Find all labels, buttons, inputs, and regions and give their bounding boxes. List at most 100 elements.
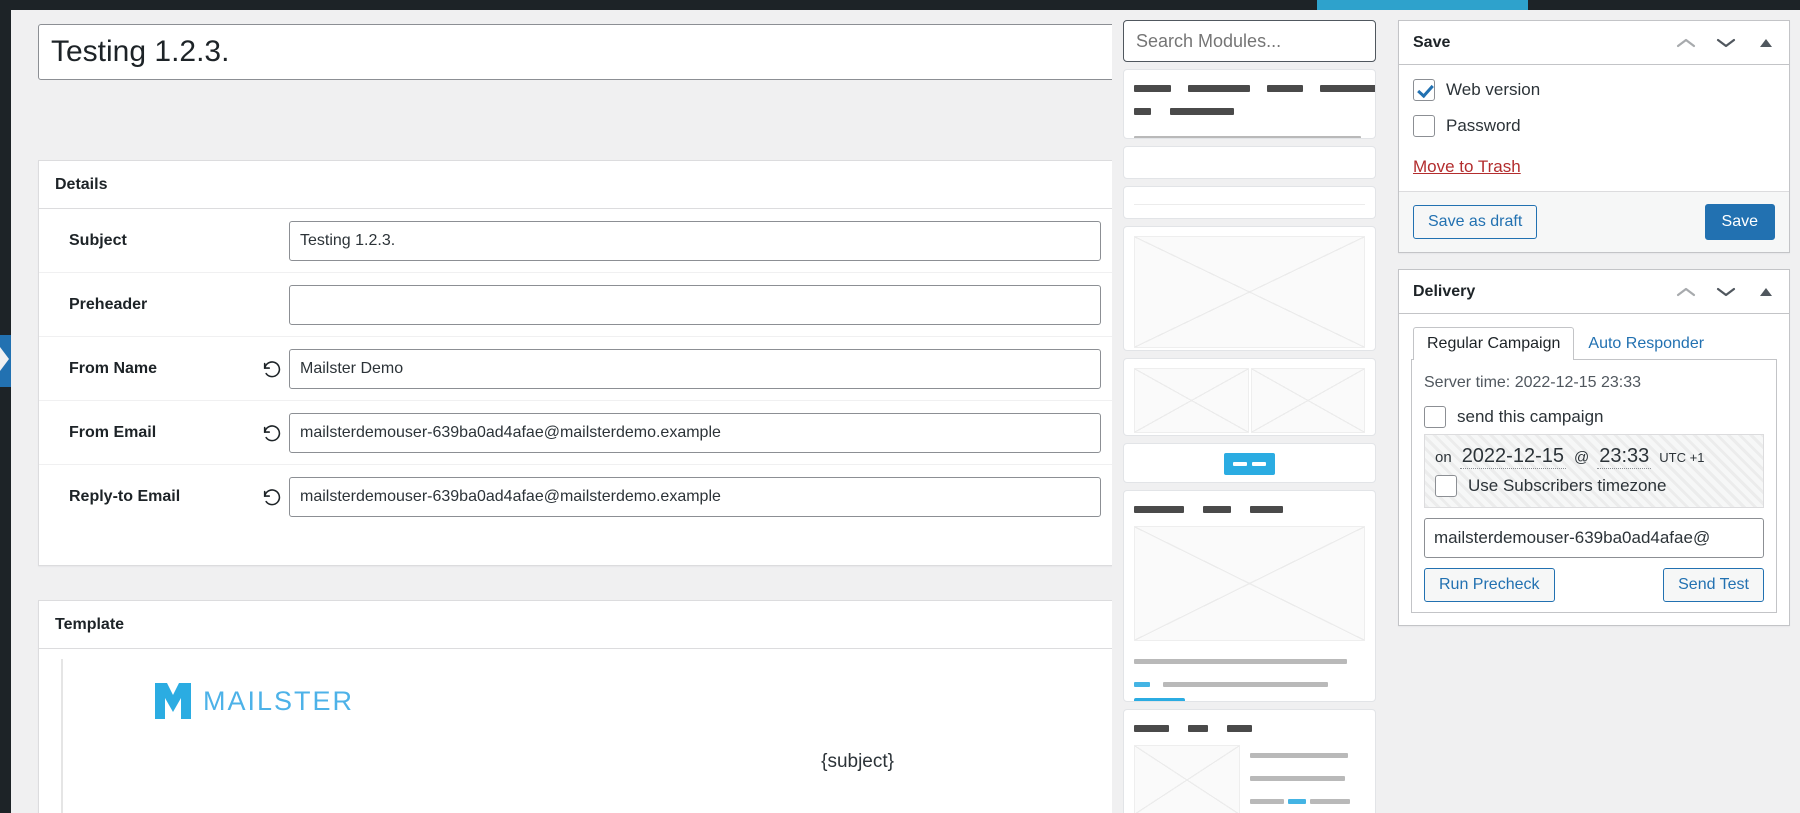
schedule-datetime-row: on 2022-12-15 @ 23:33 UTC +1 xyxy=(1435,445,1753,469)
save-panel-title: Save xyxy=(1413,34,1451,51)
run-precheck-button[interactable]: Run Precheck xyxy=(1424,568,1555,602)
send-campaign-row[interactable]: send this campaign xyxy=(1424,406,1764,428)
on-label: on xyxy=(1435,449,1452,466)
admin-page: Details Subject Preheader From Name xyxy=(0,0,1800,813)
save-panel: Save Web version Password Move to Trash … xyxy=(1398,20,1790,253)
delivery-panel-controls xyxy=(1673,270,1779,314)
web-version-row[interactable]: Web version xyxy=(1413,79,1775,101)
move-down-icon[interactable] xyxy=(1713,279,1739,305)
send-campaign-checkbox[interactable] xyxy=(1424,406,1446,428)
save-panel-body: Web version Password Move to Trash xyxy=(1399,65,1789,191)
subscriber-timezone-checkbox[interactable] xyxy=(1435,475,1457,497)
module-thumbnail[interactable] xyxy=(1123,146,1376,179)
template-canvas: MAILSTER {subject} Intro xyxy=(61,659,1099,813)
web-version-checkbox[interactable] xyxy=(1413,79,1435,101)
campaign-editor: Details Subject Preheader From Name xyxy=(12,10,1112,813)
send-test-button[interactable]: Send Test xyxy=(1663,568,1764,602)
field-label-preheader: Preheader xyxy=(69,295,148,313)
password-row[interactable]: Password xyxy=(1413,115,1775,137)
template-panel-heading: Template xyxy=(39,601,1112,649)
at-label: @ xyxy=(1574,449,1590,466)
subscriber-timezone-row[interactable]: Use Subscribers timezone xyxy=(1435,475,1753,497)
delivery-panel: Delivery Regular Campaign Auto Responder… xyxy=(1398,269,1790,626)
send-campaign-label: send this campaign xyxy=(1457,407,1604,426)
regular-campaign-panel: Server time: 2022-12-15 23:33 send this … xyxy=(1411,359,1777,613)
delivery-tabs: Regular Campaign Auto Responder xyxy=(1411,326,1777,360)
template-preview: MAILSTER {subject} Intro xyxy=(39,649,1112,813)
save-panel-header: Save xyxy=(1399,21,1789,65)
wp-admin-menu-rail xyxy=(0,10,11,813)
field-row-from-name: From Name xyxy=(39,337,1112,401)
save-panel-footer: Save as draft Save xyxy=(1399,191,1789,252)
image-placeholder-icon xyxy=(1134,745,1240,813)
tab-auto-responder[interactable]: Auto Responder xyxy=(1574,327,1718,360)
module-thumbnail[interactable] xyxy=(1123,443,1376,483)
subject-input[interactable] xyxy=(289,220,1101,261)
from-name-input[interactable] xyxy=(289,348,1101,389)
web-version-label: Web version xyxy=(1446,80,1541,99)
admin-bar-active-segment[interactable] xyxy=(1317,0,1528,10)
search-modules-input[interactable] xyxy=(1123,20,1376,62)
button-placeholder-icon xyxy=(1224,453,1275,475)
move-to-trash-link[interactable]: Move to Trash xyxy=(1413,157,1521,177)
campaign-title-input[interactable] xyxy=(38,24,1112,80)
module-thumbnail[interactable] xyxy=(1123,709,1376,813)
template-panel: Template MAILSTER {subject} Intro xyxy=(38,600,1112,813)
wp-admin-bar xyxy=(0,0,1800,10)
delivery-panel-header: Delivery xyxy=(1399,270,1789,314)
subject-placeholder-tag: {subject} xyxy=(821,751,894,772)
password-label: Password xyxy=(1446,116,1521,135)
mailster-m-icon xyxy=(153,681,193,721)
mailster-logo: MAILSTER xyxy=(63,681,1099,721)
move-down-icon[interactable] xyxy=(1713,30,1739,56)
save-button[interactable]: Save xyxy=(1704,204,1775,240)
image-placeholder-icon xyxy=(1134,526,1365,641)
save-panel-controls xyxy=(1673,21,1779,65)
collapse-toggle-icon[interactable] xyxy=(1753,30,1779,56)
campaign-title-wrap xyxy=(38,24,1112,80)
server-time-label: Server time: 2022-12-15 23:33 xyxy=(1424,374,1642,391)
publish-sidebar: Save Web version Password Move to Trash … xyxy=(1390,10,1800,813)
field-row-from-email: From Email xyxy=(39,401,1112,465)
module-thumbnail[interactable] xyxy=(1123,186,1376,219)
field-row-subject: Subject xyxy=(39,209,1112,273)
image-placeholder-icon xyxy=(1134,368,1249,433)
menu-current-arrow-icon xyxy=(0,347,9,371)
tab-regular-campaign[interactable]: Regular Campaign xyxy=(1413,327,1575,360)
module-thumbnail[interactable] xyxy=(1123,490,1376,702)
schedule-box: on 2022-12-15 @ 23:33 UTC +1 Use Subscri… xyxy=(1424,434,1764,508)
delivery-panel-title: Delivery xyxy=(1413,283,1476,300)
move-up-icon[interactable] xyxy=(1673,30,1699,56)
details-panel: Details Subject Preheader From Name xyxy=(38,160,1112,566)
subscriber-timezone-label: Use Subscribers timezone xyxy=(1468,476,1667,495)
from-email-input[interactable] xyxy=(289,412,1101,453)
details-panel-heading: Details xyxy=(39,161,1112,209)
test-email-input[interactable] xyxy=(1424,518,1764,558)
timezone-label: UTC +1 xyxy=(1659,450,1705,465)
field-label-from-email: From Email xyxy=(69,423,157,441)
reset-icon-from-name[interactable] xyxy=(255,358,289,380)
field-row-reply-to-email: Reply-to Email xyxy=(39,465,1112,529)
field-label-from-name: From Name xyxy=(69,359,158,377)
image-placeholder-icon xyxy=(1250,368,1365,433)
move-up-icon[interactable] xyxy=(1673,279,1699,305)
mailster-wordmark: MAILSTER xyxy=(203,685,355,716)
module-thumbnail[interactable] xyxy=(1123,69,1376,139)
module-thumbnail[interactable] xyxy=(1123,358,1376,436)
image-placeholder-icon xyxy=(1134,236,1365,348)
collapse-toggle-icon[interactable] xyxy=(1753,279,1779,305)
field-row-preheader: Preheader xyxy=(39,273,1112,337)
delivery-action-buttons: Run Precheck Send Test xyxy=(1424,568,1764,602)
schedule-date-input[interactable]: 2022-12-15 xyxy=(1459,445,1566,469)
save-as-draft-button[interactable]: Save as draft xyxy=(1413,205,1538,239)
schedule-time-input[interactable]: 23:33 xyxy=(1597,445,1652,469)
preheader-input[interactable] xyxy=(289,284,1101,325)
password-checkbox[interactable] xyxy=(1413,115,1435,137)
module-thumbnail[interactable] xyxy=(1123,226,1376,351)
reply-to-email-input[interactable] xyxy=(289,477,1101,517)
button-placeholder-icon xyxy=(1134,698,1185,701)
reset-icon-from-email[interactable] xyxy=(255,422,289,444)
delivery-panel-body: Regular Campaign Auto Responder Server t… xyxy=(1399,314,1789,625)
field-label-subject: Subject xyxy=(69,231,127,249)
reset-icon-reply-to-email[interactable] xyxy=(255,486,289,508)
